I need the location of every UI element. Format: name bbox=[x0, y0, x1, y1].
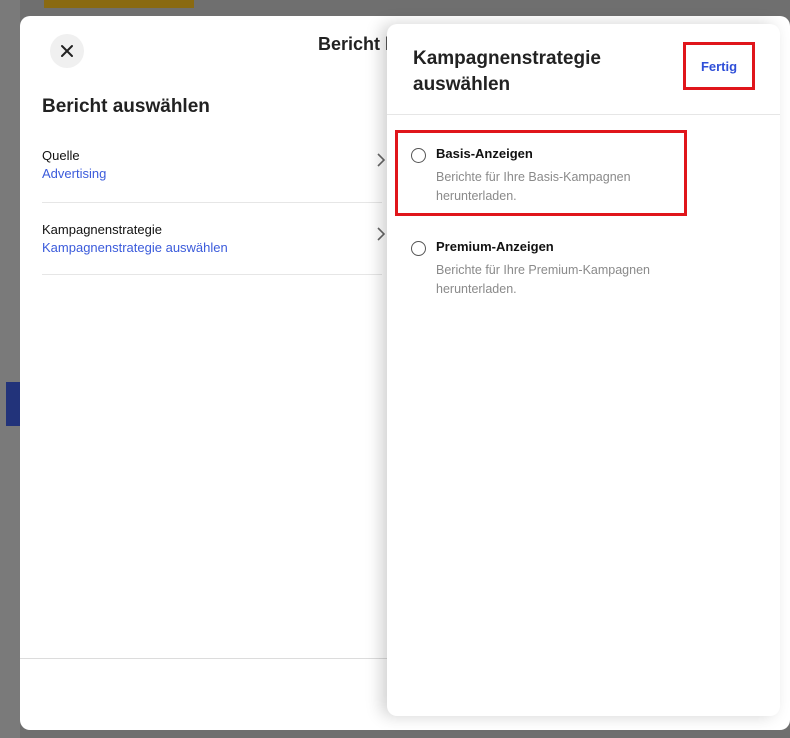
panel-title: Kampagnenstrategie auswählen bbox=[413, 48, 601, 95]
row-divider bbox=[42, 202, 382, 203]
close-button[interactable] bbox=[50, 34, 84, 68]
chevron-right-icon bbox=[377, 227, 386, 241]
row-source[interactable]: Quelle Advertising bbox=[42, 148, 386, 181]
option-title: Basis-Anzeigen bbox=[436, 146, 533, 161]
strategy-panel: Kampagnenstrategie auswählen Fertig Basi… bbox=[387, 24, 780, 716]
radio-premium-ads[interactable] bbox=[411, 241, 426, 256]
left-title: Bericht auswählen bbox=[42, 96, 210, 117]
row-value: Advertising bbox=[42, 166, 107, 181]
option-description: Berichte für Ihre Basis-Kampagnen herunt… bbox=[436, 170, 631, 203]
background-sidebar bbox=[0, 0, 20, 738]
chevron-right-icon bbox=[377, 153, 386, 167]
row-label: Quelle bbox=[42, 148, 80, 163]
option-title: Premium-Anzeigen bbox=[436, 239, 554, 254]
background-button bbox=[6, 382, 20, 426]
option-description: Berichte für Ihre Premium-Kampagnen heru… bbox=[436, 263, 650, 296]
close-icon bbox=[61, 45, 73, 57]
row-label: Kampagnenstrategie bbox=[42, 222, 162, 237]
footer-divider bbox=[20, 658, 400, 659]
background-banner bbox=[44, 0, 194, 8]
radio-basic-ads[interactable] bbox=[411, 148, 426, 163]
done-button[interactable]: Fertig bbox=[683, 42, 755, 90]
row-value: Kampagnenstrategie auswählen bbox=[42, 240, 228, 255]
row-divider bbox=[42, 274, 382, 275]
panel-divider bbox=[387, 114, 780, 115]
row-campaign-strategy[interactable]: Kampagnenstrategie Kampagnenstrategie au… bbox=[42, 222, 386, 255]
